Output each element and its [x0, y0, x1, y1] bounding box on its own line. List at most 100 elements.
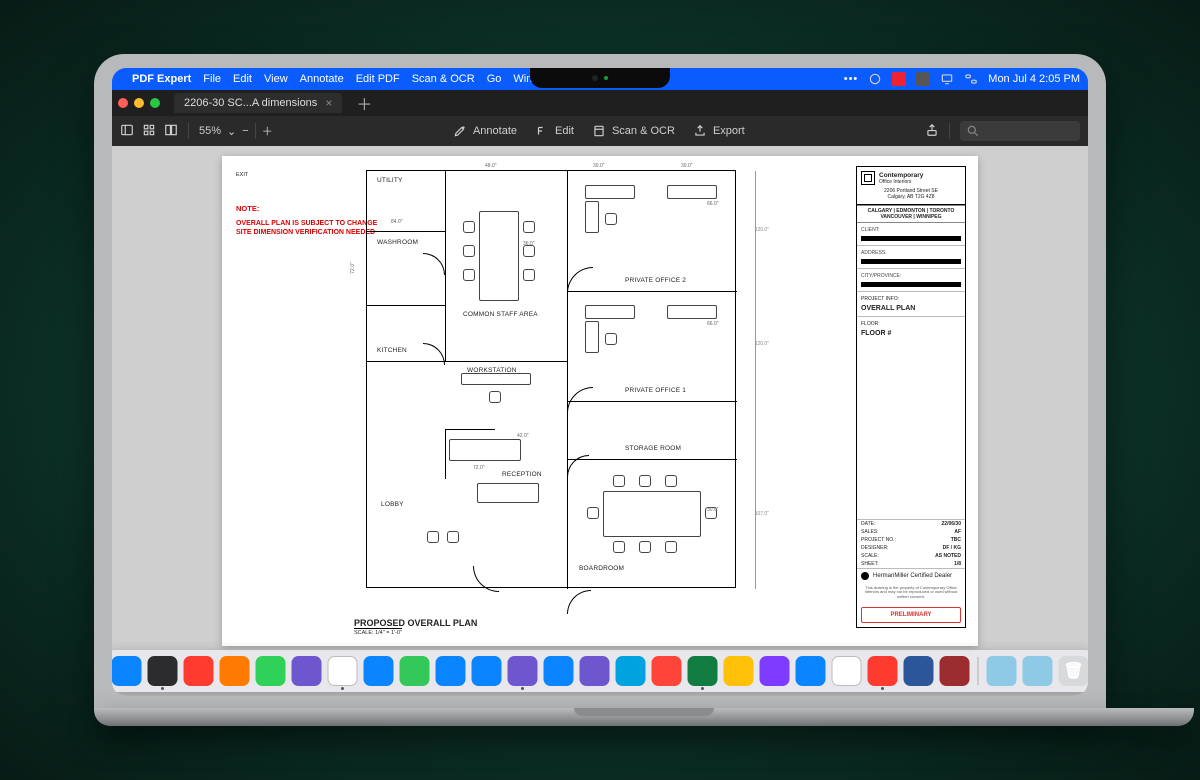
display-notch — [530, 68, 670, 88]
dock-app-icon[interactable] — [364, 656, 394, 686]
sidebar-toggle-icon[interactable] — [120, 123, 134, 140]
menubar-record-icon[interactable] — [892, 72, 906, 86]
edit-label: Edit — [555, 125, 574, 137]
laptop-frame: PDF Expert File Edit View Annotate Edit … — [94, 54, 1106, 726]
window-close-button[interactable] — [118, 98, 128, 108]
scan-label: Scan & OCR — [612, 125, 675, 137]
dock-app-icon[interactable] — [292, 656, 322, 686]
dimension: 66.0" — [707, 321, 719, 327]
sheet-label: SHEET: — [861, 561, 879, 567]
zoom-in-button[interactable]: ＋ — [262, 123, 273, 139]
dock-app-icon[interactable] — [400, 656, 430, 686]
room-label: WASHROOM — [377, 239, 418, 246]
dimension: 48.0" — [485, 163, 497, 169]
dock-app-icon[interactable] — [472, 656, 502, 686]
floor-label: FLOOR: — [861, 321, 961, 327]
dock-app-icon[interactable] — [940, 656, 970, 686]
share-icon[interactable] — [925, 123, 939, 140]
project-info: OVERALL PLAN — [861, 305, 961, 312]
dock-app-icon[interactable] — [832, 656, 862, 686]
export-button[interactable]: Export — [689, 122, 749, 140]
scale-value: AS NOTED — [935, 553, 961, 559]
document-canvas[interactable]: Contemporary Office Interiors 2206 Portl… — [112, 146, 1088, 696]
floor-outline: UTILITY WASHROOM KITCHEN COMMON STAFF AR… — [366, 170, 736, 588]
room-label: UTILITY — [377, 177, 403, 184]
dock-app-icon[interactable] — [724, 656, 754, 686]
tab-close-icon[interactable]: × — [325, 96, 332, 110]
dock-app-icon[interactable] — [544, 656, 574, 686]
cityprov-label: CITY/PROVINCE: — [861, 273, 961, 279]
dock-app-icon[interactable] — [328, 656, 358, 686]
thumbnails-icon[interactable] — [142, 123, 156, 140]
scan-ocr-button[interactable]: Scan & OCR — [588, 122, 679, 140]
dock-app-icon[interactable] — [688, 656, 718, 686]
menubar-clock[interactable]: Mon Jul 4 2:05 PM — [988, 73, 1080, 85]
dock-app-icon[interactable] — [652, 656, 682, 686]
company-name: Contemporary — [879, 172, 923, 179]
chevron-down-icon[interactable]: ⌄ — [227, 125, 236, 138]
menubar-overflow-icon[interactable]: ••• — [844, 73, 859, 85]
plan-note: NOTE: OVERALL PLAN IS SUBJECT TO CHANGE … — [236, 204, 377, 237]
sales-label: SALES: — [861, 529, 879, 535]
trash-icon[interactable]: 🗑 — [1059, 656, 1089, 686]
dimension: 30.0" — [707, 507, 719, 513]
dock-app-icon[interactable] — [148, 656, 178, 686]
dock-app-icon[interactable] — [112, 656, 142, 686]
dock-app-icon[interactable] — [436, 656, 466, 686]
dock-app-icon[interactable] — [760, 656, 790, 686]
preliminary-stamp: PRELIMINARY — [861, 607, 961, 623]
dock-app-icon[interactable] — [184, 656, 214, 686]
menubar-appname[interactable]: PDF Expert — [132, 73, 191, 85]
new-tab-button[interactable]: ＋ — [350, 91, 378, 115]
projectno-value: TBC — [951, 537, 961, 543]
menubar-display-icon[interactable] — [940, 72, 954, 86]
menubar-item[interactable]: View — [264, 73, 288, 85]
room-label: STORAGE ROOM — [625, 445, 681, 452]
menubar-item[interactable]: File — [203, 73, 221, 85]
zoom-out-button[interactable]: − — [242, 125, 248, 137]
zoom-level[interactable]: 55% — [199, 125, 221, 137]
company-cities: CALGARY | EDMONTON | TORONTO VANCOUVER |… — [857, 205, 965, 223]
document-tab[interactable]: 2206-30 SC...A dimensions × — [174, 93, 342, 113]
company-logo-icon — [861, 171, 875, 185]
menubar-item[interactable]: Go — [487, 73, 502, 85]
plan-scale-note: SCALE: 1/4" = 1'-0" — [354, 628, 402, 636]
date-value: 22/06/30 — [942, 521, 961, 527]
dock-folder-icon[interactable] — [1023, 656, 1053, 686]
menubar-item[interactable]: Edit — [233, 73, 252, 85]
dock-app-icon[interactable] — [508, 656, 538, 686]
sales-value: AF — [954, 529, 961, 535]
window-fullscreen-button[interactable] — [150, 98, 160, 108]
dock-app-icon[interactable] — [868, 656, 898, 686]
dimension: 66.0" — [707, 201, 719, 207]
export-label: Export — [713, 125, 745, 137]
room-label: WORKSTATION — [467, 367, 517, 374]
menubar-item[interactable]: Annotate — [300, 73, 344, 85]
menubar-tray-icon[interactable] — [916, 72, 930, 86]
annotate-button[interactable]: Annotate — [449, 122, 521, 140]
app-toolbar: 55% ⌄ − ＋ Annotate Edit Scan & OC — [112, 116, 1088, 146]
company-subname: Office Interiors — [879, 179, 923, 185]
dock-app-icon[interactable] — [256, 656, 286, 686]
title-block: Contemporary Office Interiors 2206 Portl… — [856, 166, 966, 628]
dock-app-icon[interactable] — [616, 656, 646, 686]
room-label: PRIVATE OFFICE 2 — [625, 277, 686, 284]
edit-button[interactable]: Edit — [531, 122, 578, 140]
dock-folder-icon[interactable] — [987, 656, 1017, 686]
split-view-icon[interactable] — [164, 123, 178, 140]
designer-label: DESIGNER: — [861, 545, 889, 551]
dock-app-icon[interactable] — [904, 656, 934, 686]
menubar-item[interactable]: Edit PDF — [356, 73, 400, 85]
menubar-status-icon[interactable] — [868, 72, 882, 86]
menubar-item[interactable]: Scan & OCR — [412, 73, 475, 85]
control-center-icon[interactable] — [964, 72, 978, 86]
dock-app-icon[interactable] — [220, 656, 250, 686]
project-info-label: PROJECT INFO: — [861, 296, 961, 302]
plan-title: PROPOSED OVERALL PLAN — [354, 618, 477, 628]
dock-app-icon[interactable] — [580, 656, 610, 686]
window-minimize-button[interactable] — [134, 98, 144, 108]
room-label: COMMON STAFF AREA — [463, 311, 538, 318]
room-label: BOARDROOM — [579, 565, 624, 572]
dock-app-icon[interactable] — [796, 656, 826, 686]
search-input[interactable] — [960, 121, 1080, 141]
